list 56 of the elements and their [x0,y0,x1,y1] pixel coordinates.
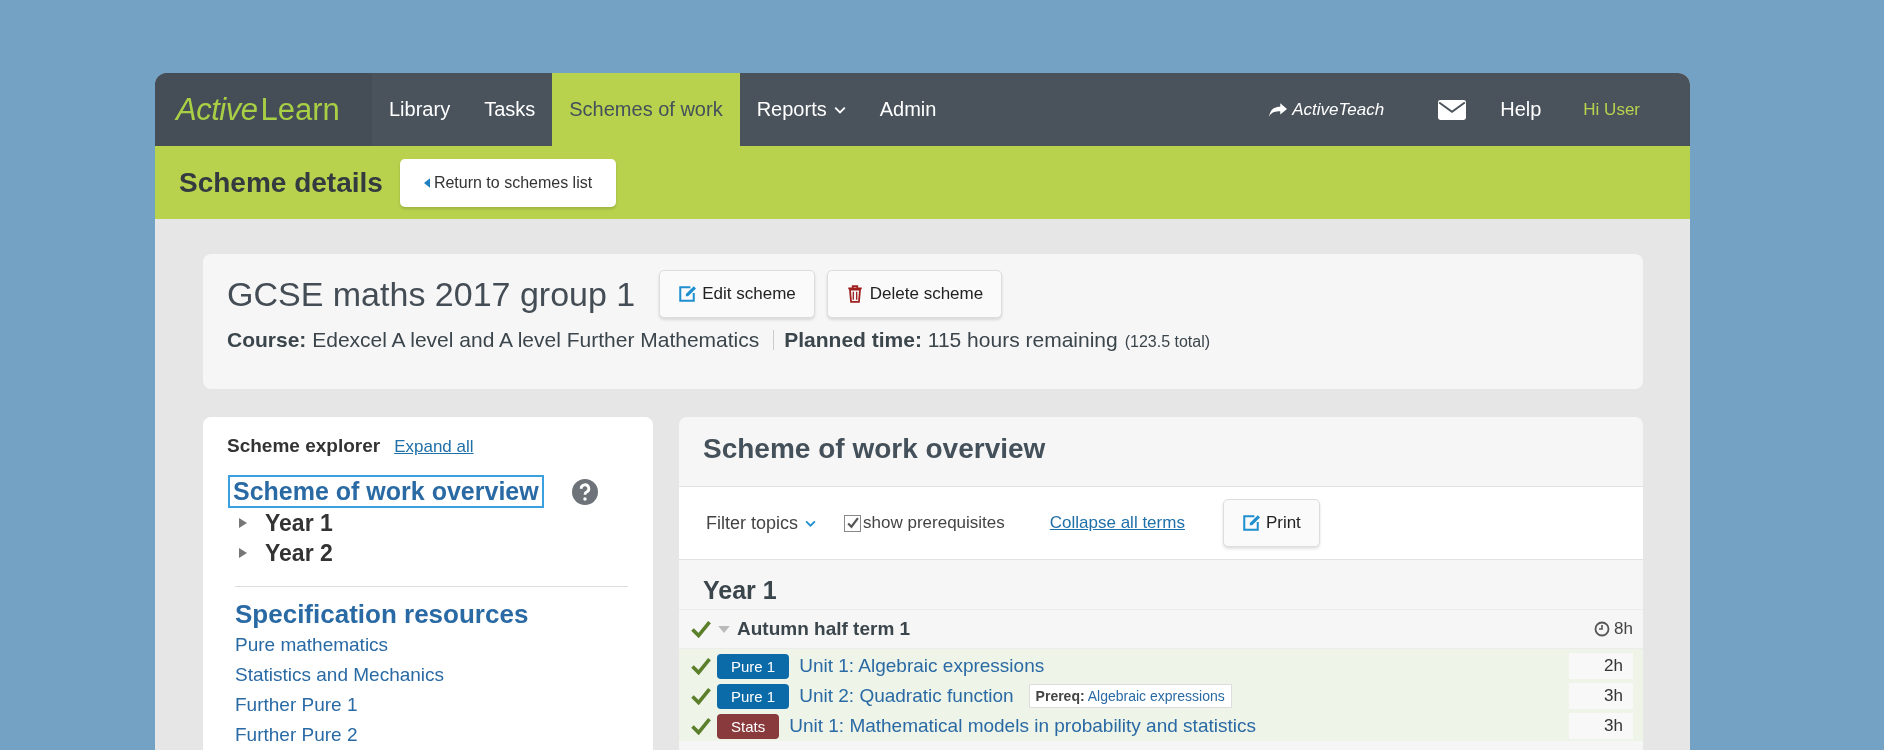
year-tree-item[interactable]: Year 1 [239,508,629,538]
return-button[interactable]: Return to schemes list [399,158,617,207]
caret-icon [423,177,430,188]
planned-time-text: Planned time: 115 hours remaining [784,328,1118,352]
term-hours: 8h [1594,619,1633,639]
scheme-title: GCSE maths 2017 group 1 [227,274,636,314]
help-link[interactable]: Help [1483,73,1559,146]
expand-all-link[interactable]: Expand all [394,437,474,457]
unit-hours: 2h [1569,653,1633,679]
unit-link[interactable]: Unit 2: Quadratic function [799,685,1014,707]
edit-icon [678,285,697,303]
year-heading: Year 1 [679,560,1643,610]
page-title: Scheme details [179,166,383,199]
resource-link[interactable]: Statistics and Mechanics [235,660,629,690]
overview-link[interactable]: Scheme of work overview [228,475,544,508]
filter-dropdown[interactable]: Filter topics [706,512,817,534]
print-button[interactable]: Print [1222,499,1320,547]
total-hours: (123.5 total) [1124,333,1211,351]
chevron-icon [805,519,817,527]
nav-tab[interactable]: Admin [862,73,954,146]
resource-link[interactable]: Pure mathematics [235,630,629,660]
delete-button[interactable]: Delete scheme [826,270,1003,318]
checkmark-icon [846,516,860,530]
course-text: Course: Edexcel A level and A level Further Mathematics [227,328,760,352]
collapse-link[interactable]: Collapse all terms [1049,513,1185,533]
edit-button[interactable]: Edit scheme [659,270,815,318]
activeteach-link[interactable]: ActiveTeach [1252,73,1402,146]
subject-tag: Stats [717,713,780,739]
help-icon[interactable] [571,478,598,505]
trash-icon [845,285,864,303]
subject-tag: Pure 1 [717,653,790,679]
share-arrow-icon [1269,102,1288,117]
explorer-title: Scheme explorer [227,435,381,457]
prerequisite-tag: Prereq: Algebraic expressions [1028,684,1232,708]
year-tree-item[interactable]: Year 2 [239,538,629,568]
unit-link[interactable]: Unit 1: Mathematical models in probability and statistics [789,715,1256,737]
resource-link[interactable]: Further Pure 1 [235,690,629,720]
nav-tab[interactable]: Reports [739,73,863,146]
unit-hours: 3h [1569,713,1633,739]
subject-tag: Pure 1 [717,683,790,709]
prerequisites-checkbox[interactable]: show prerequisites [844,513,1005,533]
nav-tab[interactable]: Schemes of work [552,73,740,146]
nav-tab[interactable]: Tasks [467,73,553,146]
unit-hours: 3h [1569,683,1633,709]
resources-heading: Specification resources [235,599,530,630]
envelope-icon [1438,99,1467,120]
clock-icon [1594,621,1611,637]
nav-tab[interactable]: Library [372,73,468,146]
expand-arrow-icon [239,548,247,558]
logo[interactable]: ActiveLearn [155,73,372,146]
resource-link[interactable]: Further Pure 2 [235,720,629,750]
expand-arrow-icon [239,518,247,528]
term-title: Autumn half term 1 [737,618,911,640]
edit-icon [1241,514,1260,532]
unit-link[interactable]: Unit 1: Algebraic expressions [799,655,1045,677]
user-menu[interactable]: Hi User [1558,73,1690,146]
